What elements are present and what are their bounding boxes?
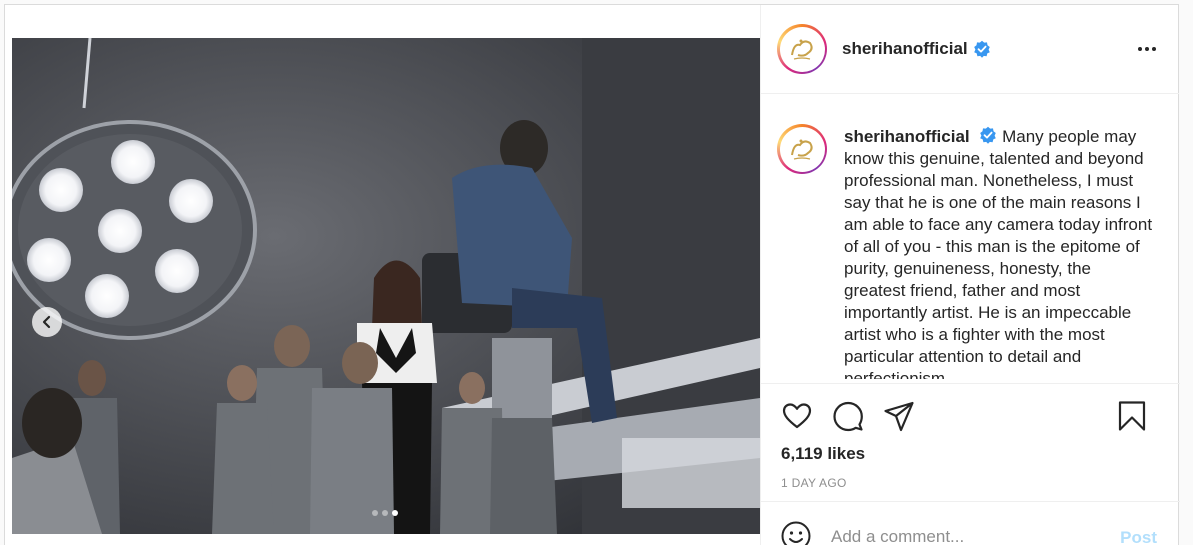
carousel-indicator <box>372 510 398 516</box>
chevron-left-icon <box>42 315 51 329</box>
action-icons <box>781 400 915 432</box>
carousel-prev-button[interactable] <box>32 307 62 337</box>
caption-text-block: sherihanofficial Many people may know th… <box>844 126 1154 379</box>
caption-avatar[interactable] <box>777 124 827 174</box>
comment-box: Post <box>761 501 1180 545</box>
carousel-dot-active <box>392 510 398 516</box>
likes-count[interactable]: 6,119 likes <box>781 444 865 464</box>
carousel-dot <box>382 510 388 516</box>
post-media[interactable] <box>12 38 760 534</box>
share-icon[interactable] <box>883 400 915 432</box>
smiley-icon[interactable] <box>781 521 811 545</box>
sherihan-logo <box>791 139 813 160</box>
bookmark-icon[interactable] <box>1116 400 1148 432</box>
verified-badge-icon <box>980 126 997 144</box>
more-horizontal-icon[interactable] <box>1137 39 1157 59</box>
carousel-dot <box>372 510 378 516</box>
comment-input[interactable] <box>831 527 1101 545</box>
caption-body: Many people may know this genuine, talen… <box>844 127 1153 379</box>
comment-icon[interactable] <box>832 400 864 432</box>
post-timestamp[interactable]: 1 DAY AGO <box>781 476 847 490</box>
post-card: sherihanofficial sherihanofficial Many p… <box>4 4 1180 545</box>
post-photo <box>12 38 760 534</box>
caption-username[interactable]: sherihanofficial <box>844 127 970 146</box>
avatar[interactable] <box>777 24 827 74</box>
header-username[interactable]: sherihanofficial <box>842 39 968 59</box>
sherihan-logo <box>791 39 813 60</box>
post-actions: 6,119 likes 1 DAY AGO <box>761 383 1180 507</box>
post-caption: sherihanofficial Many people may know th… <box>777 124 1167 379</box>
post-comment-button[interactable]: Post <box>1120 528 1157 545</box>
heart-icon[interactable] <box>781 400 813 432</box>
verified-badge-icon <box>973 40 990 58</box>
post-header: sherihanofficial <box>761 5 1179 94</box>
post-side-panel: sherihanofficial sherihanofficial Many p… <box>760 5 1180 545</box>
